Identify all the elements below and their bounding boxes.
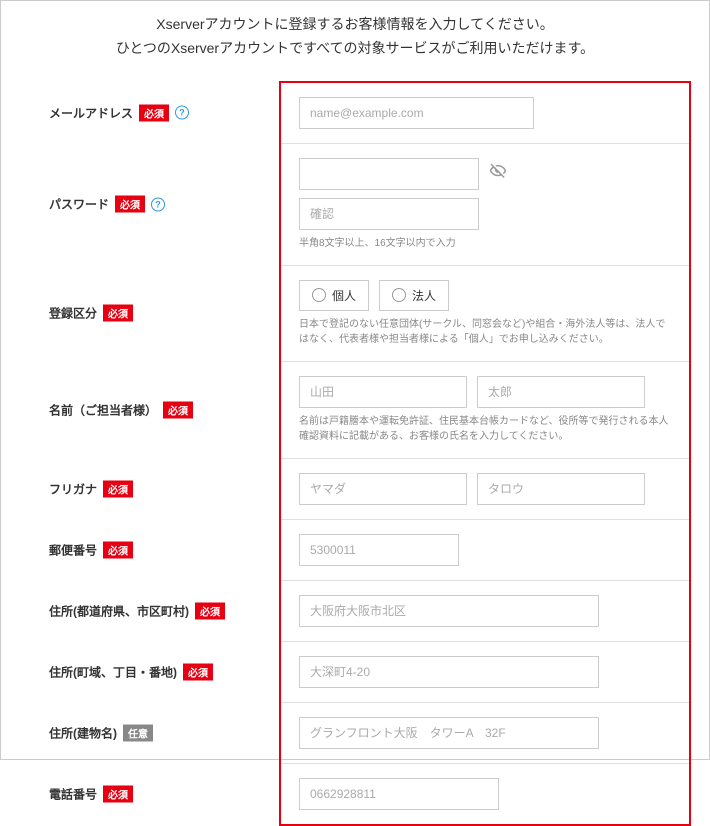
radio-individual-label: 個人 bbox=[332, 287, 356, 304]
postcode-input[interactable] bbox=[299, 534, 459, 566]
password-hint: 半角8文字以上、16文字以内で入力 bbox=[299, 236, 671, 251]
name-hint: 名前は戸籍謄本や運転免許証、住民基本台帳カードなど、役所等で発行される本人確認資… bbox=[299, 414, 671, 444]
intro-text: Xserverアカウントに登録するお客様情報を入力してください。 ひとつのXse… bbox=[19, 13, 691, 61]
label-address2-text: 住所(町域、丁目・番地) bbox=[49, 663, 177, 680]
row-address3: 住所(建物名) 任意 bbox=[281, 703, 689, 764]
firstname-input[interactable] bbox=[477, 376, 645, 408]
row-name: 名前（ご担当者様） 必須 名前は戸籍謄本や運転免許証、住民基本台帳カードなど、役… bbox=[281, 362, 689, 459]
label-reg-type-text: 登録区分 bbox=[49, 305, 97, 322]
required-badge: 必須 bbox=[115, 196, 145, 213]
radio-circle-icon bbox=[312, 288, 326, 302]
required-badge: 必須 bbox=[103, 480, 133, 497]
required-badge: 必須 bbox=[183, 663, 213, 680]
row-email: メールアドレス 必須 ? bbox=[281, 83, 689, 144]
required-badge: 必須 bbox=[103, 785, 133, 802]
lastname-input[interactable] bbox=[299, 376, 467, 408]
radio-corporate[interactable]: 法人 bbox=[379, 280, 449, 311]
password-input[interactable] bbox=[299, 158, 479, 190]
label-address3: 住所(建物名) 任意 bbox=[19, 724, 261, 741]
row-reg-type: 登録区分 必須 個人 法人 日本で登記のない任意団体(サークル、同窓会など)や組… bbox=[281, 266, 689, 362]
label-postcode-text: 郵便番号 bbox=[49, 541, 97, 558]
row-furigana: フリガナ 必須 bbox=[281, 459, 689, 520]
reg-type-hint: 日本で登記のない任意団体(サークル、同窓会など)や組合・海外法人等は、法人ではな… bbox=[299, 317, 671, 347]
row-address1: 住所(都道府県、市区町村) 必須 bbox=[281, 581, 689, 642]
email-input[interactable] bbox=[299, 97, 534, 129]
required-badge: 必須 bbox=[139, 104, 169, 121]
label-address2: 住所(町域、丁目・番地) 必須 bbox=[19, 663, 261, 680]
label-name-text: 名前（ご担当者様） bbox=[49, 401, 157, 418]
label-address1-text: 住所(都道府県、市区町村) bbox=[49, 602, 189, 619]
label-furigana: フリガナ 必須 bbox=[19, 480, 261, 497]
label-password-text: パスワード bbox=[49, 196, 109, 213]
label-password: パスワード 必須 ? bbox=[19, 196, 261, 213]
label-phone-text: 電話番号 bbox=[49, 785, 97, 802]
label-furigana-text: フリガナ bbox=[49, 480, 97, 497]
label-address1: 住所(都道府県、市区町村) 必須 bbox=[19, 602, 261, 619]
label-email-text: メールアドレス bbox=[49, 104, 133, 121]
label-postcode: 郵便番号 必須 bbox=[19, 541, 261, 558]
intro-line1: Xserverアカウントに登録するお客様情報を入力してください。 bbox=[19, 13, 691, 37]
phone-input[interactable] bbox=[299, 778, 499, 810]
form-highlight-box: メールアドレス 必須 ? パスワード 必須 ? bbox=[279, 81, 691, 826]
intro-line2: ひとつのXserverアカウントですべての対象サービスがご利用いただけます。 bbox=[19, 37, 691, 61]
password-confirm-input[interactable] bbox=[299, 198, 479, 230]
address2-input[interactable] bbox=[299, 656, 599, 688]
visibility-toggle-icon[interactable] bbox=[489, 162, 507, 185]
furigana-first-input[interactable] bbox=[477, 473, 645, 505]
radio-corporate-label: 法人 bbox=[412, 287, 436, 304]
row-phone: 電話番号 必須 bbox=[281, 764, 689, 824]
address1-input[interactable] bbox=[299, 595, 599, 627]
row-address2: 住所(町域、丁目・番地) 必須 bbox=[281, 642, 689, 703]
required-badge: 必須 bbox=[195, 602, 225, 619]
required-badge: 必須 bbox=[163, 401, 193, 418]
address3-input[interactable] bbox=[299, 717, 599, 749]
radio-individual[interactable]: 個人 bbox=[299, 280, 369, 311]
furigana-last-input[interactable] bbox=[299, 473, 467, 505]
label-email: メールアドレス 必須 ? bbox=[19, 104, 261, 121]
label-reg-type: 登録区分 必須 bbox=[19, 305, 261, 322]
radio-circle-icon bbox=[392, 288, 406, 302]
help-icon[interactable]: ? bbox=[151, 197, 165, 211]
row-password: パスワード 必須 ? 半角8文字以上、16文字以内で入力 bbox=[281, 144, 689, 266]
help-icon[interactable]: ? bbox=[175, 106, 189, 120]
label-name: 名前（ご担当者様） 必須 bbox=[19, 401, 261, 418]
optional-badge: 任意 bbox=[123, 724, 153, 741]
label-address3-text: 住所(建物名) bbox=[49, 724, 117, 741]
required-badge: 必須 bbox=[103, 305, 133, 322]
label-phone: 電話番号 必須 bbox=[19, 785, 261, 802]
required-badge: 必須 bbox=[103, 541, 133, 558]
row-postcode: 郵便番号 必須 bbox=[281, 520, 689, 581]
